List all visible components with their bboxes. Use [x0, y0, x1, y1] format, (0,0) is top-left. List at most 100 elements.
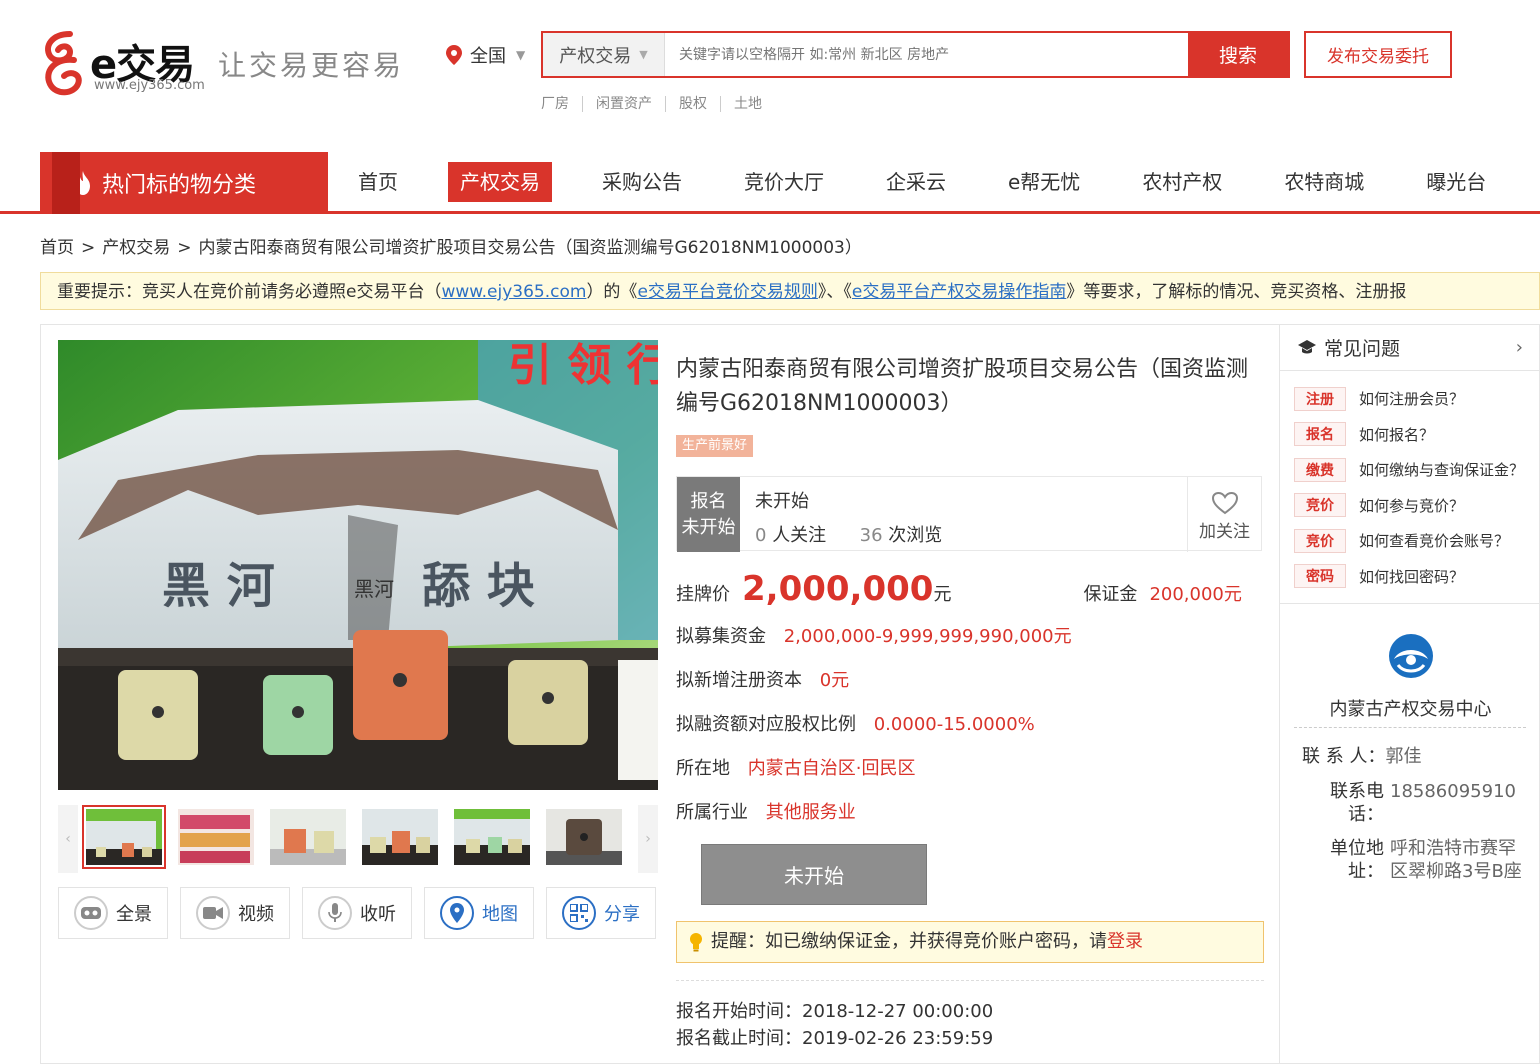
notice-text: ）的《 — [586, 282, 638, 302]
price-unit: 元 — [933, 584, 952, 605]
contact-label: 联 系 人： — [1302, 746, 1386, 767]
heart-icon — [1211, 491, 1238, 515]
views-count: 36 — [859, 525, 883, 546]
location-label: 所在地 — [676, 758, 730, 779]
faq-item[interactable]: 缴费 如何缴纳与查询保证金？ — [1294, 452, 1540, 488]
region-selector[interactable]: 全国 ▼ — [446, 42, 525, 68]
hot-tag[interactable]: 闲置资产 — [582, 96, 665, 112]
fund-row: 拟募集资金 2,000,000-9,999,999,990,000元 — [676, 622, 1072, 648]
nav-item-rural-property[interactable]: 农村产权 — [1130, 162, 1234, 202]
location-link[interactable]: 内蒙古自治区·回民区 — [748, 758, 916, 779]
faq-tag: 密码 — [1294, 564, 1346, 589]
video-camera-icon — [196, 896, 230, 930]
hot-tag[interactable]: 厂房 — [541, 96, 582, 112]
category-tab-shadow — [52, 152, 80, 214]
fund-label: 拟募集资金 — [676, 626, 766, 647]
main-photo[interactable]: 引 领 行 黑 河 黑河 舔 块 — [58, 340, 658, 790]
search-input[interactable] — [665, 33, 1188, 76]
exchange-center-name: 内蒙古产权交易中心 — [1329, 699, 1492, 720]
nav-item-procurement[interactable]: 采购公告 — [590, 162, 694, 202]
publish-commission-button[interactable]: 发布交易委托 — [1304, 31, 1452, 78]
faq-header[interactable]: 常见问题 › — [1280, 325, 1540, 371]
vr-glasses-icon — [74, 896, 108, 930]
address-value: 呼和浩特市赛罕 区翠柳路3号B座 — [1390, 837, 1522, 883]
thumbnail-2[interactable] — [178, 809, 254, 865]
industry-label: 所属行业 — [676, 802, 748, 823]
panorama-label: 全景 — [116, 904, 152, 925]
sidebar: 常见问题 › 注册 如何注册会员？ 报名 如何报名？ 缴费 如何缴纳与查询保证金… — [1279, 325, 1540, 1064]
hot-tag[interactable]: 土地 — [720, 96, 775, 112]
thumbnail-4[interactable] — [362, 809, 438, 865]
login-link[interactable]: 登录 — [1107, 931, 1143, 952]
thumbnail-image — [362, 809, 438, 865]
site-logo[interactable]: e交易 www.ejy365.com — [40, 30, 230, 102]
video-button[interactable]: 视频 — [180, 887, 290, 939]
thumbnail-5[interactable] — [454, 809, 530, 865]
phone-label-line1: 联系电 — [1330, 781, 1384, 802]
chevron-down-icon: ▼ — [516, 48, 526, 62]
nav-item-home[interactable]: 首页 — [346, 162, 410, 202]
breadcrumb-separator: > — [81, 238, 96, 258]
start-time-value: 2018-12-27 00:00:00 — [802, 1001, 994, 1022]
nav-item-qicaiyun[interactable]: 企采云 — [874, 162, 958, 202]
share-button[interactable]: 分享 — [546, 887, 656, 939]
faq-item[interactable]: 竞价 如何参与竞价？ — [1294, 488, 1540, 524]
address-value-line1: 呼和浩特市赛罕 — [1390, 838, 1516, 859]
faq-item[interactable]: 注册 如何注册会员？ — [1294, 381, 1540, 417]
status-badge: 报名 未开始 — [677, 477, 740, 552]
follow-label: 加关注 — [1199, 522, 1250, 542]
thumbnail-prev-button[interactable]: ‹ — [58, 805, 78, 873]
faq-item[interactable]: 密码 如何找回密码？ — [1294, 559, 1540, 595]
logo-swirl-icon — [45, 31, 82, 96]
status-badge-line2: 未开始 — [681, 517, 736, 538]
breadcrumb-home[interactable]: 首页 — [40, 238, 74, 258]
hot-category-menu[interactable]: 热门标的物分类 — [40, 152, 328, 214]
nav-item-exposure[interactable]: 曝光台 — [1414, 162, 1498, 202]
capital-value: 0元 — [819, 670, 850, 691]
project-title: 内蒙古阳泰商贸有限公司增资扩股项目交易公告（国资监测编号G62018NM1000… — [676, 357, 1249, 416]
sign-left-text: 黑 河 — [162, 558, 275, 614]
main-nav: 热门标的物分类 首页 产权交易 采购公告 竞价大厅 企采云 e帮无忧 农村产权 … — [0, 152, 1540, 214]
divider — [1294, 727, 1526, 728]
hot-tag[interactable]: 股权 — [665, 96, 720, 112]
panorama-button[interactable]: 全景 — [58, 887, 168, 939]
search-button[interactable]: 搜索 — [1188, 33, 1288, 76]
register-button-disabled[interactable]: 未开始 — [701, 844, 927, 905]
product-photo-illustration: 引 领 行 黑 河 黑河 舔 块 — [58, 340, 658, 790]
end-time-value: 2019-02-26 23:59:59 — [802, 1028, 994, 1049]
thumbnail-1[interactable] — [82, 805, 166, 869]
follow-button[interactable]: 加关注 — [1187, 477, 1261, 552]
views-label: 次浏览 — [888, 525, 943, 546]
contact-person-row: 联 系 人：郭佳 — [1302, 745, 1421, 768]
nav-item-bidding-hall[interactable]: 竞价大厅 — [732, 162, 836, 202]
hot-category-label: 热门标的物分类 — [102, 173, 257, 198]
region-label: 全国 — [470, 46, 506, 67]
thumbnail-next-button[interactable]: › — [638, 805, 658, 873]
thumbnail-3[interactable] — [270, 809, 346, 865]
address-label-line1: 单位地 — [1330, 838, 1384, 859]
nav-item-ebang[interactable]: e帮无忧 — [996, 162, 1092, 202]
site-header: e交易 www.ejy365.com 让交易更容易 全国 ▼ 产权交易 ▼ 搜索… — [0, 0, 1540, 150]
capital-row: 拟新增注册资本 0元 — [676, 666, 849, 692]
faq-title: 常见问题 — [1324, 338, 1401, 360]
qr-code-icon — [562, 896, 596, 930]
search-category-select[interactable]: 产权交易 ▼ — [543, 33, 665, 76]
notice-site-link[interactable]: www.ejy365.com — [441, 282, 586, 302]
thumbnail-6[interactable] — [546, 809, 622, 865]
breadcrumb-property-trading[interactable]: 产权交易 — [102, 238, 170, 258]
notice-guide-link[interactable]: e交易平台产权交易操作指南 — [852, 282, 1066, 302]
nav-item-specialty-mall[interactable]: 农特商城 — [1272, 162, 1376, 202]
thumbnail-image — [86, 809, 162, 865]
listen-button[interactable]: 收听 — [302, 887, 412, 939]
notice-rules-link[interactable]: e交易平台竞价交易规则 — [637, 282, 817, 302]
faq-question: 如何报名？ — [1359, 425, 1435, 444]
nav-item-property-trading[interactable]: 产权交易 — [448, 161, 552, 202]
breadcrumb-separator: > — [177, 238, 192, 258]
map-pin-icon — [440, 896, 474, 930]
graduation-cap-icon — [1298, 339, 1316, 353]
faq-item[interactable]: 报名 如何报名？ — [1294, 417, 1540, 453]
faq-item[interactable]: 竞价 如何查看竞价会账号？ — [1294, 523, 1540, 559]
industry-link[interactable]: 其他服务业 — [766, 802, 856, 823]
divider — [676, 980, 1264, 981]
map-button[interactable]: 地图 — [424, 887, 534, 939]
